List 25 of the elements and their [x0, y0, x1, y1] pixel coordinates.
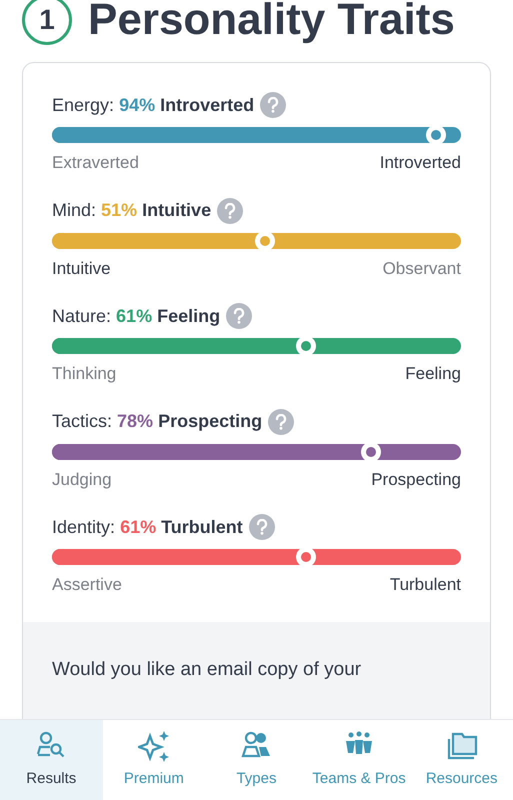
help-icon[interactable]: [217, 198, 244, 224]
trait-pole-label: Prospecting: [371, 468, 461, 490]
help-icon[interactable]: [260, 92, 286, 118]
trait-heading: Nature: 61% Feeling: [52, 304, 220, 328]
trait-pole-label: Assertive: [52, 574, 122, 596]
trait-pole-label: Turbulent: [390, 574, 461, 596]
section-title: Personality Traits: [88, 0, 455, 42]
sparkles-icon: [138, 730, 170, 762]
trait-pole-label: Introverted: [380, 152, 461, 174]
help-icon[interactable]: [248, 514, 275, 540]
trait-pole-label: Judging: [52, 468, 112, 490]
email-prompt: Would you like an email copy of your: [52, 658, 362, 682]
step-number-badge: 1: [22, 0, 72, 45]
trait-pole-label: Extraverted: [52, 152, 139, 174]
trait-heading: Mind: 51% Intuitive: [52, 199, 212, 222]
help-icon[interactable]: [226, 303, 252, 329]
trait-heading: Identity: 61% Turbulent: [52, 516, 243, 539]
trait-pole-label: Feeling: [405, 363, 461, 385]
trait-heading: Energy: 94% Introverted: [52, 94, 254, 117]
trait-heading: Tactics: 78% Prospecting: [52, 410, 262, 433]
nav-tab[interactable]: Results: [0, 720, 103, 800]
trait-pole-label: Observant: [382, 258, 461, 280]
trait-pole-label: Intuitive: [52, 258, 111, 280]
trait-pole-label: Thinking: [52, 363, 116, 385]
help-icon[interactable]: [268, 408, 294, 434]
